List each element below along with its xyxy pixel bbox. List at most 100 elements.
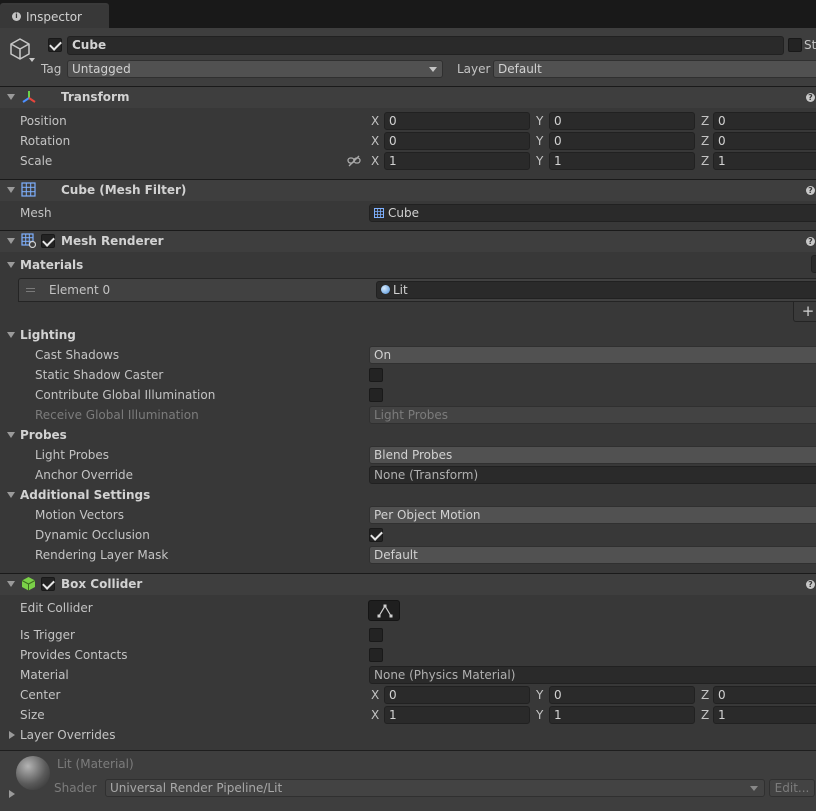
position-y-field[interactable]: 0 [549, 112, 695, 130]
provides-contacts-label: Provides Contacts [20, 648, 128, 662]
tab-inspector[interactable]: i Inspector [0, 3, 109, 28]
position-z-field[interactable]: 0 [713, 112, 816, 130]
dynamic-occlusion-checkbox[interactable] [369, 528, 383, 542]
anchor-override-label: Anchor Override [35, 468, 134, 482]
is-trigger-checkbox[interactable] [369, 628, 383, 642]
box-collider-cube-icon [21, 577, 36, 591]
x-axis-label: X [371, 154, 380, 168]
foldout-arrow-icon[interactable] [7, 332, 15, 338]
cast-shadows-dropdown[interactable]: On [369, 346, 816, 364]
rotation-z-field[interactable]: 0 [713, 132, 816, 150]
mesh-renderer-enabled-checkbox[interactable] [41, 234, 55, 248]
provides-contacts-checkbox[interactable] [369, 648, 383, 662]
motion-vectors-label: Motion Vectors [35, 508, 124, 522]
mesh-grid-icon [374, 208, 384, 218]
add-element-button[interactable]: + [793, 302, 816, 322]
physics-material-field[interactable]: None (Physics Material) [369, 666, 816, 684]
scale-label: Scale [20, 154, 53, 168]
element-0-label: Element 0 [49, 283, 111, 297]
x-axis-label: X [371, 134, 380, 148]
edit-collider-button[interactable] [368, 600, 400, 621]
mesh-renderer-icon [21, 233, 36, 248]
tag-label: Tag [41, 62, 62, 76]
scale-y-field[interactable]: 1 [549, 152, 695, 170]
foldout-arrow-icon[interactable] [7, 581, 15, 587]
size-z-field[interactable]: 1 [713, 706, 816, 724]
static-shadow-caster-checkbox[interactable] [369, 368, 383, 382]
foldout-arrow-icon[interactable] [7, 238, 15, 244]
object-name-field[interactable]: Cube [67, 36, 784, 55]
plus-icon: + [801, 302, 815, 320]
foldout-arrow-icon[interactable] [7, 94, 15, 100]
rendering-layer-mask-dropdown[interactable]: Default [369, 546, 816, 564]
material-sphere-icon [381, 285, 390, 294]
materials-size-field[interactable] [811, 255, 816, 273]
rotation-y-field[interactable]: 0 [549, 132, 695, 150]
shader-dropdown: Universal Render Pipeline/Lit [105, 779, 765, 797]
size-y-field[interactable]: 1 [549, 706, 695, 724]
help-icon[interactable]: ? [806, 237, 815, 246]
rendering-layer-mask-label: Rendering Layer Mask [35, 548, 169, 562]
static-label: St [804, 38, 816, 52]
scale-z-field[interactable]: 1 [713, 152, 816, 170]
cast-shadows-label: Cast Shadows [35, 348, 120, 362]
tag-dropdown[interactable]: Untagged [67, 60, 443, 78]
is-trigger-label: Is Trigger [20, 628, 75, 642]
dropdown-triangle-icon[interactable] [29, 58, 35, 62]
center-label: Center [20, 688, 61, 702]
contribute-gi-checkbox[interactable] [369, 388, 383, 402]
transform-axes-icon [22, 91, 36, 103]
motion-vectors-dropdown[interactable]: Per Object Motion [369, 506, 816, 524]
materials-label: Materials [20, 258, 84, 272]
position-x-field[interactable]: 0 [384, 112, 530, 130]
foldout-arrow-icon[interactable] [7, 262, 15, 268]
center-z-field[interactable]: 0 [713, 686, 816, 704]
edit-shader-button[interactable]: Edit... [769, 779, 815, 797]
layer-overrides-label[interactable]: Layer Overrides [20, 727, 115, 743]
x-axis-label: X [371, 688, 380, 702]
mesh-object-field[interactable]: Cube [369, 204, 816, 222]
shader-label: Shader [54, 781, 97, 795]
drag-handle-icon[interactable] [26, 288, 35, 292]
lighting-label: Lighting [20, 328, 76, 342]
receive-gi-dropdown: Light Probes [369, 406, 816, 424]
receive-gi-label: Receive Global Illumination [35, 408, 199, 422]
transform-title: Transform [61, 90, 130, 104]
probes-label: Probes [20, 428, 67, 442]
active-checkbox[interactable] [48, 38, 62, 52]
foldout-arrow-icon[interactable] [7, 432, 15, 438]
tab-bar [0, 0, 816, 28]
foldout-arrow-icon[interactable] [9, 731, 15, 739]
mesh-label: Mesh [20, 206, 52, 220]
element-0-material-field[interactable]: Lit [376, 281, 816, 299]
static-shadow-caster-label: Static Shadow Caster [35, 368, 164, 382]
layer-dropdown[interactable]: Default [493, 60, 816, 78]
rotation-label: Rotation [20, 134, 71, 148]
layer-label: Layer [457, 62, 491, 76]
box-collider-enabled-checkbox[interactable] [41, 577, 55, 591]
position-label: Position [20, 114, 67, 128]
x-axis-label: X [371, 114, 380, 128]
foldout-arrow-icon[interactable] [7, 492, 15, 498]
scale-x-field[interactable]: 1 [384, 152, 530, 170]
chevron-down-icon [750, 786, 758, 791]
foldout-arrow-icon[interactable] [7, 187, 15, 193]
static-checkbox[interactable] [788, 38, 802, 52]
unlink-icon[interactable] [347, 155, 361, 167]
center-x-field[interactable]: 0 [384, 686, 530, 704]
size-x-field[interactable]: 1 [384, 706, 530, 724]
help-icon[interactable]: ? [806, 186, 815, 195]
contribute-gi-label: Contribute Global Illumination [35, 388, 216, 402]
foldout-arrow-icon[interactable] [9, 790, 15, 798]
help-icon[interactable]: ? [806, 93, 815, 102]
size-label: Size [20, 708, 45, 722]
light-probes-dropdown[interactable]: Blend Probes [369, 446, 816, 464]
anchor-override-field[interactable]: None (Transform) [369, 466, 816, 484]
center-y-field[interactable]: 0 [549, 686, 695, 704]
rotation-x-field[interactable]: 0 [384, 132, 530, 150]
y-axis-label: Y [536, 708, 544, 722]
help-icon[interactable]: ? [806, 580, 815, 589]
light-probes-label: Light Probes [35, 448, 110, 462]
y-axis-label: Y [536, 114, 544, 128]
y-axis-label: Y [536, 154, 544, 168]
